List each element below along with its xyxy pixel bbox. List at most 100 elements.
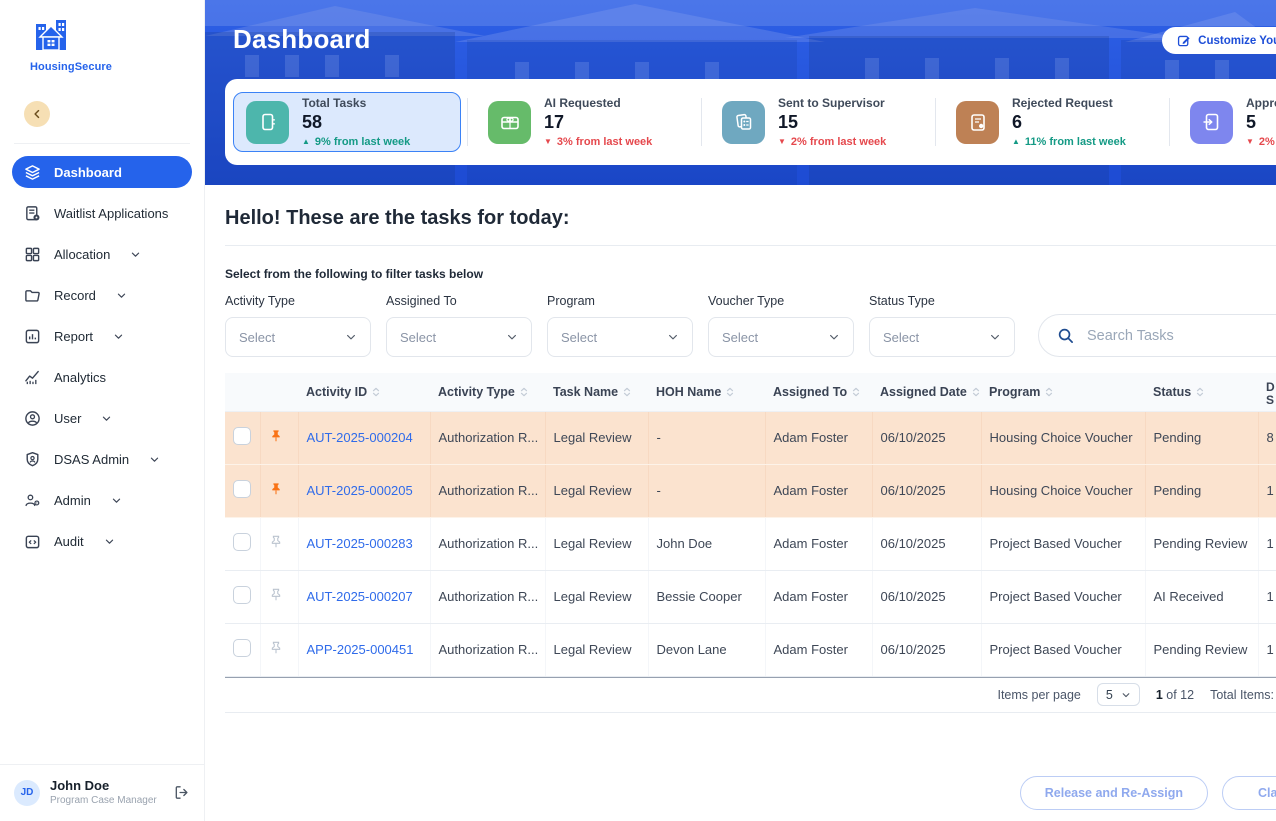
footer-actions: Release and Re-Assign Claim	[205, 776, 1276, 810]
col-clipped: DS	[1258, 373, 1276, 412]
row-checkbox[interactable]	[233, 427, 251, 445]
stat-label: Rejected Request	[1012, 96, 1113, 110]
activity-id-link[interactable]: AUT-2025-000205	[307, 483, 413, 498]
col-activity-type[interactable]: Activity Type	[430, 373, 545, 412]
search-icon	[1058, 328, 1073, 343]
stats-bar: Total Tasks 58 ▲ 9% from last week AI Req…	[225, 79, 1276, 165]
chevron-down-icon	[149, 454, 160, 465]
nav-label: Waitlist Applications	[54, 205, 169, 221]
search-box	[1038, 314, 1276, 357]
sidebar-item-dashboard[interactable]: Dashboard	[12, 156, 192, 188]
chevron-down-icon	[113, 331, 124, 342]
activity-id-link[interactable]: AUT-2025-000207	[307, 589, 413, 604]
items-per-page-label: Items per page	[997, 687, 1081, 702]
col-task-name[interactable]: Task Name	[545, 373, 648, 412]
voucher-type-select[interactable]: Select	[708, 317, 854, 357]
down-arrow-icon: ▼	[778, 137, 786, 146]
tasks-table: Activity ID Activity Type Task Name HOH …	[225, 373, 1276, 677]
user-circle-icon	[23, 409, 41, 427]
filter-assigned-to: Assigined To Select	[386, 294, 532, 357]
sidebar-item-allocation[interactable]: Allocation	[12, 238, 192, 270]
nav-label: DSAS Admin	[54, 451, 130, 467]
items-per-page-select[interactable]: 5	[1096, 683, 1140, 706]
customize-dashboard-button[interactable]: Customize Your Dashb	[1162, 27, 1276, 54]
bar-chart-icon	[23, 327, 41, 345]
sidebar-item-record[interactable]: Record	[12, 279, 192, 311]
col-hoh-name[interactable]: HOH Name	[648, 373, 765, 412]
sidebar-item-user[interactable]: User	[12, 402, 192, 434]
filter-voucher-type: Voucher Type Select	[708, 294, 854, 357]
user-gear-icon	[23, 491, 41, 509]
sidebar-item-admin[interactable]: Admin	[12, 484, 192, 516]
activity-id-link[interactable]: AUT-2025-000204	[307, 430, 413, 445]
stat-card-approved[interactable]: Approve 5 ▼2% fr	[1169, 79, 1276, 165]
sidebar-item-audit[interactable]: Audit	[12, 525, 192, 557]
stat-card-total-tasks[interactable]: Total Tasks 58 ▲ 9% from last week	[233, 92, 461, 152]
col-program[interactable]: Program	[981, 373, 1145, 412]
logout-button[interactable]	[173, 784, 190, 801]
sort-icon	[520, 387, 527, 396]
sidebar-item-report[interactable]: Report	[12, 320, 192, 352]
stat-value: 17	[544, 112, 565, 132]
select-value: Select	[722, 329, 759, 345]
document-badge-icon	[23, 204, 41, 222]
stat-card-sent-to-supervisor[interactable]: Sent to Supervisor 15 ▼ 2% from last week	[701, 79, 935, 165]
clipboard-person-icon	[956, 100, 999, 144]
shield-icon	[23, 450, 41, 468]
pin-icon[interactable]	[269, 588, 283, 602]
status-type-select[interactable]: Select	[869, 317, 1015, 357]
assigned-to-select[interactable]: Select	[386, 317, 532, 357]
sidebar-collapse-button[interactable]	[24, 101, 50, 127]
sort-icon	[972, 387, 979, 396]
release-and-reassign-button[interactable]: Release and Re-Assign	[1019, 776, 1208, 810]
pin-icon[interactable]	[269, 535, 283, 549]
sidebar-item-waitlist-applications[interactable]: Waitlist Applications	[12, 197, 192, 229]
program-select[interactable]: Select	[547, 317, 693, 357]
pin-icon[interactable]	[269, 482, 283, 496]
stat-delta: ▼ 2% from last week	[778, 136, 887, 148]
pin-icon[interactable]	[269, 641, 283, 655]
pin-icon[interactable]	[269, 429, 283, 443]
sidebar-item-dsas-admin[interactable]: DSAS Admin	[12, 443, 192, 475]
grid-icon	[23, 245, 41, 263]
table-row[interactable]: AUT-2025-000207 Authorization R... Legal…	[225, 570, 1276, 624]
table-row[interactable]: APP-2025-000451 Authorization R... Legal…	[225, 623, 1276, 677]
claim-button[interactable]: Claim	[1222, 776, 1276, 810]
col-assigned-to[interactable]: Assigned To	[765, 373, 872, 412]
avatar: JD	[14, 779, 40, 806]
pagination-bar: Items per page 5 1 of 12 Total Items:	[225, 676, 1276, 713]
pin-header	[260, 373, 298, 412]
table-row[interactable]: AUT-2025-000283 Authorization R... Legal…	[225, 517, 1276, 571]
row-checkbox[interactable]	[233, 639, 251, 657]
row-checkbox[interactable]	[233, 586, 251, 604]
sort-icon	[853, 387, 860, 396]
col-activity-id[interactable]: Activity ID	[298, 373, 430, 412]
filter-activity-type: Activity Type Select	[225, 294, 371, 357]
nav-label: Analytics	[54, 369, 107, 385]
stat-delta: ▼ 3% from last week	[544, 136, 653, 148]
activity-id-link[interactable]: AUT-2025-000283	[307, 536, 413, 551]
activity-type-select[interactable]: Select	[225, 317, 371, 357]
chevron-down-icon	[130, 249, 141, 260]
search-input[interactable]	[1085, 326, 1276, 345]
row-checkbox[interactable]	[233, 480, 251, 498]
col-assigned-date[interactable]: Assigned Date	[872, 373, 981, 412]
page-title: Dashboard	[233, 24, 371, 54]
table-row[interactable]: AUT-2025-000204 Authorization R... Legal…	[225, 411, 1276, 465]
row-checkbox[interactable]	[233, 533, 251, 551]
chevron-down-icon	[345, 331, 357, 343]
col-status[interactable]: Status	[1145, 373, 1258, 412]
chevron-down-icon	[111, 495, 122, 506]
stat-card-ai-requested[interactable]: AI Requested 17 ▼ 3% from last week	[467, 79, 701, 165]
edit-icon	[1178, 35, 1190, 46]
table-row[interactable]: AUT-2025-000205 Authorization R... Legal…	[225, 464, 1276, 518]
chevron-down-icon	[667, 331, 679, 343]
stat-label: Sent to Supervisor	[778, 96, 885, 110]
stat-value: 5	[1246, 112, 1257, 132]
sidebar-item-analytics[interactable]: Analytics	[12, 361, 192, 393]
chevron-down-icon	[101, 413, 112, 424]
activity-id-link[interactable]: APP-2025-000451	[307, 642, 414, 657]
filter-label: Activity Type	[225, 294, 295, 308]
nav-label: Record	[54, 287, 96, 303]
stat-card-rejected-request[interactable]: Rejected Request 6 ▲ 11% from last week	[935, 79, 1169, 165]
